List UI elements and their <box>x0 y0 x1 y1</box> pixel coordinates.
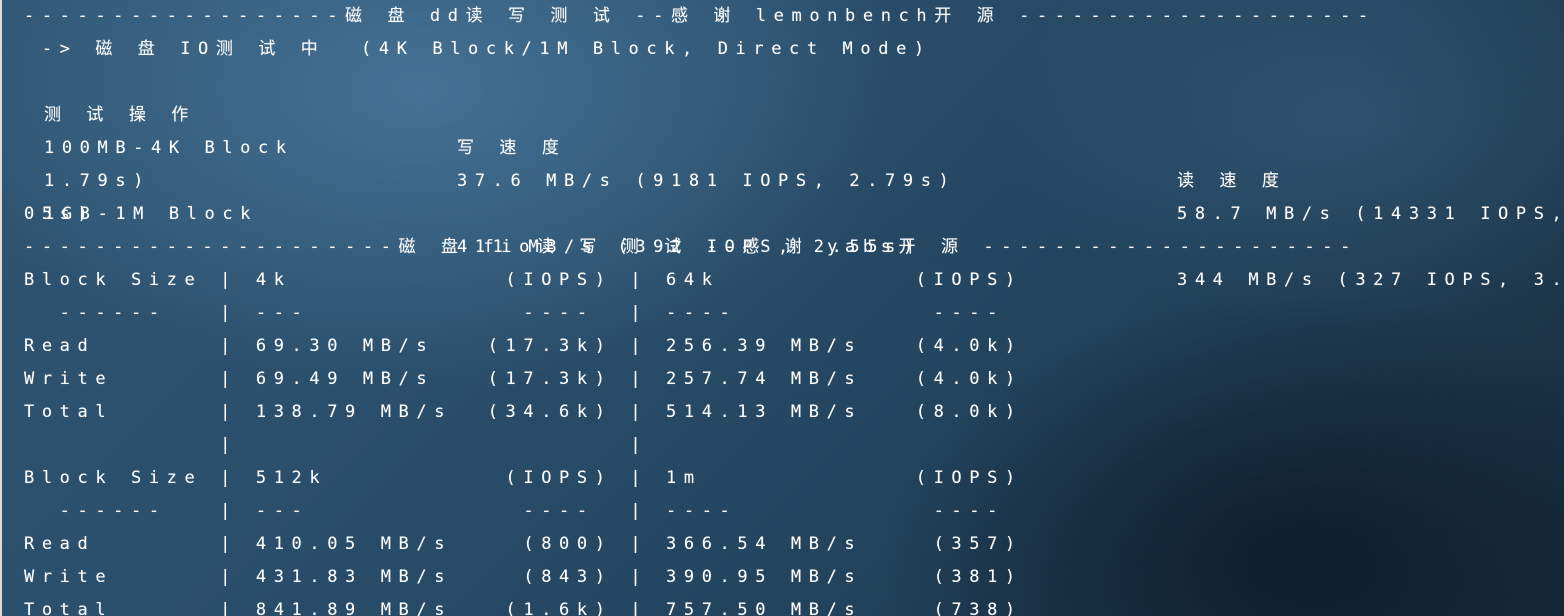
fio-table2-row: Total | 841.89 MB/s (1.6k) | 757.50 MB/s… <box>24 600 1023 616</box>
terminal-output: ------------------磁 盘 dd读 写 测 试 --感 谢 le… <box>0 0 1564 616</box>
io-mode-line: -> 磁 盘 IO测 试 中 (4K Block/1M Block, Direc… <box>24 39 932 59</box>
dd-row-4k: 100MB-4K Block 37.6 MB/s (9181 IOPS, 2.7… <box>24 99 1564 224</box>
fio-table1-row: | | <box>24 435 1023 455</box>
fio-table2-row: ------ | --- ---- | ---- ---- <box>24 501 1023 521</box>
fio-table2-row: Write | 431.83 MB/s (843) | 390.95 MB/s … <box>24 567 1023 587</box>
fio-table1-row: ------ | --- ---- | ---- ---- <box>24 303 1023 323</box>
dd-test-header: ------------------磁 盘 dd读 写 测 试 --感 谢 le… <box>24 6 1376 26</box>
dd-row-1m: 1GB-1M Block 411 MB/s (392 IOPS, 2.55s) … <box>24 165 1564 290</box>
fio-table1-row: Read | 69.30 MB/s (17.3k) | 256.39 MB/s … <box>24 336 1023 356</box>
fio-test-header: ---------------------磁 盘 fio读 写 测 试 --感 … <box>24 237 1358 257</box>
dd-row-1m-read-wrap: 05s) <box>24 204 96 224</box>
fio-table2-row: Block Size | 512k (IOPS) | 1m (IOPS) <box>24 468 1023 488</box>
fio-table2-row: Read | 410.05 MB/s (800) | 366.54 MB/s (… <box>24 534 1023 554</box>
fio-table1-row: Write | 69.49 MB/s (17.3k) | 257.74 MB/s… <box>24 369 1023 389</box>
dd-column-headers: 测 试 操 作 写 速 度 读 速 度 <box>24 66 1564 191</box>
fio-table1-row: Block Size | 4k (IOPS) | 64k (IOPS) <box>24 270 1023 290</box>
dd-row-4k-read: 58.7 MB/s (14331 IOPS, <box>1177 204 1564 224</box>
fio-table1-row: Total | 138.79 MB/s (34.6k) | 514.13 MB/… <box>24 402 1023 422</box>
dd-row-1m-read: 344 MB/s (327 IOPS, 3. <box>1177 270 1564 290</box>
dd-row-4k-wrap: 1.79s) <box>24 132 143 191</box>
col-write-speed: 写 速 度 <box>457 138 567 158</box>
